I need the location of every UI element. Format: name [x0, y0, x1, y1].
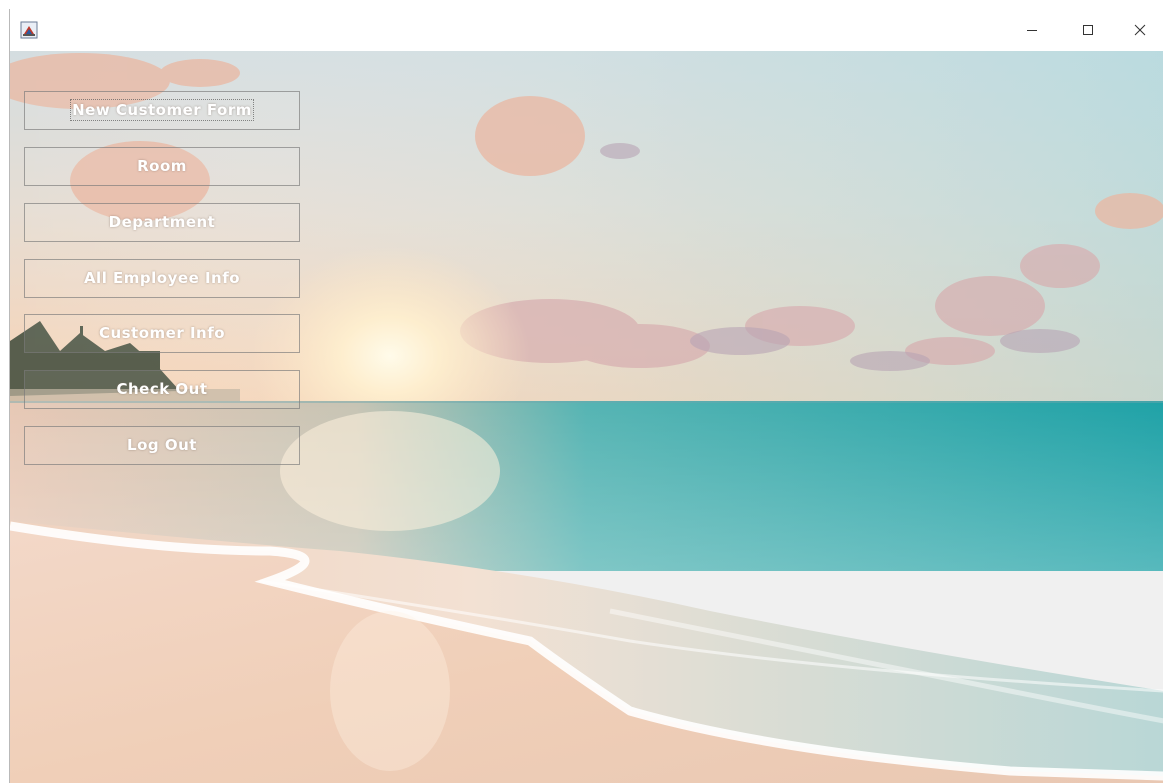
title-bar[interactable] [10, 9, 1163, 51]
department-button[interactable]: Department [24, 203, 300, 242]
dashboard-panel: New Customer Form Room Department All Em… [10, 51, 1163, 783]
all-employee-info-button[interactable]: All Employee Info [24, 259, 300, 298]
room-button[interactable]: Room [24, 147, 300, 186]
java-app-icon [20, 21, 38, 39]
log-out-label: Log Out [127, 436, 197, 454]
check-out-label: Check Out [116, 380, 208, 398]
customer-info-label: Customer Info [98, 324, 226, 342]
customer-info-button[interactable]: Customer Info [24, 314, 300, 353]
app-window: New Customer Form Room Department All Em… [9, 9, 1163, 783]
close-icon[interactable] [1117, 9, 1163, 51]
maximize-icon[interactable] [1065, 9, 1111, 51]
all-employee-info-label: All Employee Info [83, 269, 241, 287]
new-customer-form-button[interactable]: New Customer Form [24, 91, 300, 130]
log-out-button[interactable]: Log Out [24, 426, 300, 465]
department-label: Department [108, 213, 216, 231]
check-out-button[interactable]: Check Out [24, 370, 300, 409]
room-label: Room [137, 157, 187, 175]
minimize-icon[interactable] [1009, 9, 1055, 51]
new-customer-form-label: New Customer Form [70, 99, 254, 121]
